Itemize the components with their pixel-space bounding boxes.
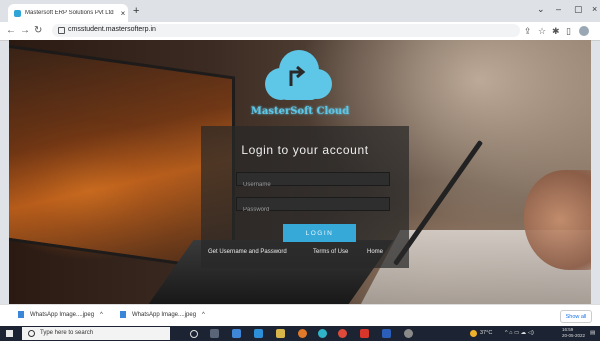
username-field-wrapper bbox=[236, 172, 390, 191]
search-icon bbox=[28, 330, 35, 337]
minimize-button[interactable]: – bbox=[556, 4, 561, 14]
login-panel: Login to your account LOGIN bbox=[201, 126, 409, 268]
download-item[interactable]: WhatsApp Image....jpeg ^ bbox=[120, 311, 205, 318]
address-bar[interactable]: cmsstudent.mastersofterp.in bbox=[52, 24, 520, 37]
chevron-up-icon[interactable]: ^ bbox=[100, 312, 103, 318]
brand-name: MasterSoft Cloud bbox=[250, 106, 350, 117]
back-arrow-icon[interactable]: ← bbox=[6, 25, 16, 37]
lock-icon bbox=[58, 27, 65, 34]
image-file-icon bbox=[120, 311, 126, 318]
browser-toolbar: ← → ↻ cmsstudent.mastersofterp.in ⇪ ☆ ✱ … bbox=[0, 22, 600, 41]
download-filename: WhatsApp Image....jpeg bbox=[132, 311, 197, 318]
home-link[interactable]: Home bbox=[367, 249, 383, 255]
login-title: Login to your account bbox=[241, 143, 369, 157]
windows-start-icon[interactable] bbox=[6, 330, 13, 337]
bookmark-star-icon[interactable]: ☆ bbox=[538, 25, 546, 37]
login-button[interactable]: LOGIN bbox=[283, 224, 356, 242]
url-text: cmsstudent.mastersofterp.in bbox=[68, 26, 156, 33]
mail-icon[interactable] bbox=[254, 329, 263, 338]
weather-temperature[interactable]: 37°C bbox=[480, 330, 492, 336]
tab-title: Mastersoft ERP Solutions Pvt Ltd bbox=[25, 10, 114, 16]
store-icon[interactable] bbox=[232, 329, 241, 338]
file-explorer-icon[interactable] bbox=[276, 329, 285, 338]
sidebar-icon[interactable]: ▯ bbox=[566, 25, 571, 37]
downloads-bar: WhatsApp Image....jpeg ^ WhatsApp Image.… bbox=[0, 304, 600, 327]
close-tab-icon[interactable]: × bbox=[118, 9, 128, 18]
profile-avatar[interactable] bbox=[579, 26, 589, 36]
windows-taskbar: Type here to search 37°C ^ ⌂ ▭ ☁ ◁) 16:5… bbox=[0, 326, 600, 341]
page-viewport: MasterSoft Cloud Login to your account L… bbox=[9, 40, 591, 304]
reload-icon[interactable]: ↻ bbox=[34, 25, 42, 37]
tab-search-icon[interactable]: ⌄ bbox=[537, 4, 545, 15]
cortana-icon[interactable] bbox=[190, 330, 198, 338]
cloud-logo-icon bbox=[265, 50, 332, 100]
password-field-wrapper bbox=[236, 197, 390, 216]
clock-date: 20-05-2022 bbox=[562, 333, 586, 338]
download-item[interactable]: WhatsApp Image....jpeg ^ bbox=[18, 311, 103, 318]
site-favicon-icon bbox=[14, 9, 21, 17]
browser-tab[interactable]: Mastersoft ERP Solutions Pvt Ltd × bbox=[8, 4, 128, 22]
show-all-downloads-button[interactable]: Show all bbox=[560, 310, 592, 323]
forward-arrow-icon[interactable]: → bbox=[20, 25, 30, 37]
taskbar-search-box[interactable]: Type here to search bbox=[22, 327, 170, 340]
edge-icon[interactable] bbox=[318, 329, 327, 338]
pdf-reader-icon[interactable] bbox=[360, 329, 369, 338]
close-window-button[interactable]: × bbox=[592, 4, 597, 14]
image-file-icon bbox=[18, 311, 24, 318]
system-tray-icons[interactable]: ^ ⌂ ▭ ☁ ◁) bbox=[505, 330, 534, 336]
chevron-up-icon[interactable]: ^ bbox=[202, 312, 205, 318]
username-input[interactable] bbox=[237, 179, 389, 191]
browser-tab-strip: Mastersoft ERP Solutions Pvt Ltd × + ⌄ –… bbox=[0, 0, 600, 22]
maximize-button[interactable]: ▢ bbox=[574, 4, 583, 15]
taskbar-clock[interactable]: 16:59 20-05-2022 bbox=[562, 327, 585, 339]
weather-sun-icon bbox=[470, 330, 477, 337]
extensions-puzzle-icon[interactable]: ✱ bbox=[552, 25, 560, 37]
firefox-icon[interactable] bbox=[298, 329, 307, 338]
chrome-icon[interactable] bbox=[338, 329, 347, 338]
download-filename: WhatsApp Image....jpeg bbox=[30, 311, 95, 318]
task-view-icon[interactable] bbox=[210, 329, 219, 338]
share-icon[interactable]: ⇪ bbox=[524, 25, 532, 37]
notification-icon[interactable]: ▤ bbox=[590, 330, 595, 336]
settings-gear-icon[interactable] bbox=[404, 329, 413, 338]
word-icon[interactable] bbox=[382, 329, 391, 338]
taskbar-search-placeholder: Type here to search bbox=[40, 330, 94, 336]
new-tab-button[interactable]: + bbox=[133, 6, 139, 17]
get-username-link[interactable]: Get Username and Password bbox=[208, 249, 287, 255]
password-input[interactable] bbox=[237, 204, 389, 216]
terms-of-use-link[interactable]: Terms of Use bbox=[313, 249, 348, 255]
